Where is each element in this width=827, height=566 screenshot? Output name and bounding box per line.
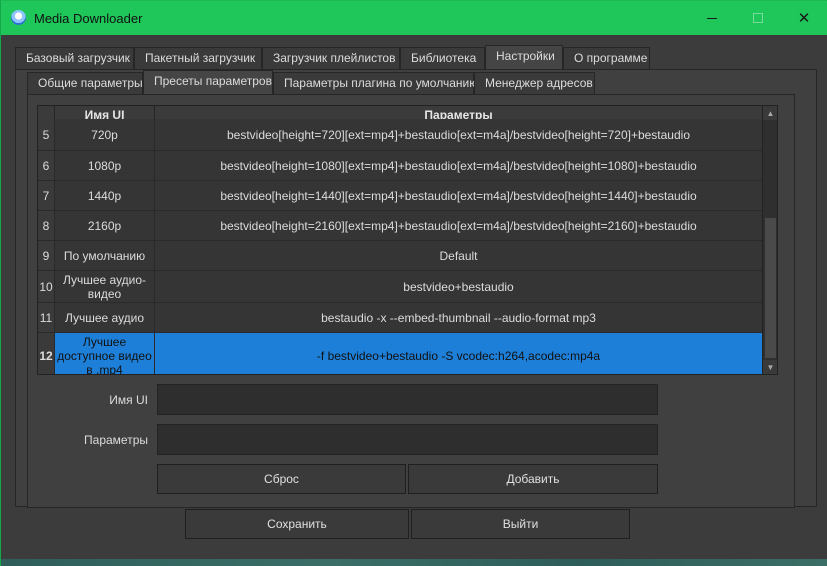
table-row[interactable]: 7 1440p bestvideo[height=1440][ext=mp4]+…	[38, 181, 762, 211]
row-params: bestvideo[height=2160][ext=mp4]+bestaudi…	[220, 218, 697, 233]
table-row[interactable]: 6 1080p bestvideo[height=1080][ext=mp4]+…	[38, 151, 762, 181]
tab-about[interactable]: О программе	[563, 47, 650, 69]
tab-settings[interactable]: Настройки	[485, 45, 563, 69]
row-name: 1440p	[55, 181, 155, 210]
row-number: 10	[38, 271, 55, 302]
table-row[interactable]: 5 720p bestvideo[height=720][ext=mp4]+be…	[38, 119, 762, 151]
minimize-icon	[707, 17, 717, 19]
row-name: 1080p	[55, 151, 155, 180]
window-title: Media Downloader	[34, 11, 143, 26]
row-name: 2160p	[55, 211, 155, 240]
row-params: bestvideo[height=1440][ext=mp4]+bestaudi…	[220, 188, 697, 203]
scroll-down-icon[interactable]: ▼	[763, 360, 777, 374]
app-window: Media Downloader ✕ Базовый загрузчик Пак…	[0, 0, 827, 566]
subtab-general[interactable]: Общие параметры	[27, 72, 143, 94]
params-input[interactable]	[157, 424, 658, 455]
close-icon: ✕	[797, 10, 811, 27]
row-name: По умолчанию	[55, 241, 155, 270]
params-label: Параметры	[84, 433, 148, 447]
row-params: bestvideo[height=720][ext=mp4]+bestaudio…	[226, 127, 690, 142]
row-number: 5	[38, 119, 55, 150]
title-bar[interactable]: Media Downloader ✕	[1, 1, 827, 35]
table-scrollbar[interactable]: ▲ ▼	[762, 106, 777, 374]
tab-playlist-downloader[interactable]: Загрузчик плейлистов	[262, 47, 400, 69]
scroll-up-icon[interactable]: ▲	[763, 106, 777, 120]
row-params: Default	[439, 248, 478, 263]
row-number: 9	[38, 241, 55, 270]
add-button[interactable]: Добавить	[408, 464, 658, 494]
scrollbar-thumb[interactable]	[765, 218, 776, 358]
presets-table[interactable]: Имя UI Параметры 5 720p bestvideo[height…	[37, 105, 778, 375]
row-name: Лучшее доступное видео в .mp4	[55, 333, 155, 374]
close-button[interactable]: ✕	[781, 1, 827, 35]
row-params: bestvideo+bestaudio	[403, 279, 514, 294]
tab-library[interactable]: Библиотека	[400, 47, 485, 69]
tab-basic-downloader[interactable]: Базовый загрузчик	[15, 47, 134, 69]
save-button[interactable]: Сохранить	[185, 509, 409, 539]
row-name: Лучшее аудио-видео	[55, 271, 155, 302]
table-row-selected[interactable]: 12 Лучшее доступное видео в .mp4 -f best…	[38, 333, 762, 374]
subtab-url-manager[interactable]: Менеджер адресов	[474, 72, 595, 94]
row-number: 6	[38, 151, 55, 180]
reset-button[interactable]: Сброс	[157, 464, 406, 494]
row-number: 7	[38, 181, 55, 210]
row-number: 11	[38, 303, 55, 332]
maximize-button[interactable]	[735, 1, 781, 35]
desktop-background-strip	[1, 559, 827, 566]
tab-batch-downloader[interactable]: Пакетный загрузчик	[134, 47, 262, 69]
app-logo-icon	[11, 10, 26, 25]
row-params: bestvideo[height=1080][ext=mp4]+bestaudi…	[220, 158, 697, 173]
table-row[interactable]: 11 Лучшее аудио bestaudio -x --embed-thu…	[38, 303, 762, 333]
subtab-plugin-defaults[interactable]: Параметры плагина по умолчанию	[273, 72, 478, 94]
row-number: 8	[38, 211, 55, 240]
table-row[interactable]: 9 По умолчанию Default	[38, 241, 762, 271]
subtab-presets[interactable]: Пресеты параметров	[143, 70, 273, 94]
maximize-icon	[753, 13, 763, 23]
exit-button[interactable]: Выйти	[411, 509, 630, 539]
row-name: Лучшее аудио	[55, 303, 155, 332]
row-params: bestaudio -x --embed-thumbnail --audio-f…	[321, 310, 596, 325]
row-params: -f bestvideo+bestaudio -S vcodec:h264,ac…	[316, 348, 601, 363]
row-name: 720p	[55, 119, 155, 150]
name-input[interactable]	[157, 384, 658, 415]
table-row[interactable]: 8 2160p bestvideo[height=2160][ext=mp4]+…	[38, 211, 762, 241]
table-row[interactable]: 10 Лучшее аудио-видео bestvideo+bestaudi…	[38, 271, 762, 303]
row-number: 12	[38, 333, 55, 374]
minimize-button[interactable]	[689, 1, 735, 35]
name-label: Имя UI	[109, 393, 148, 407]
